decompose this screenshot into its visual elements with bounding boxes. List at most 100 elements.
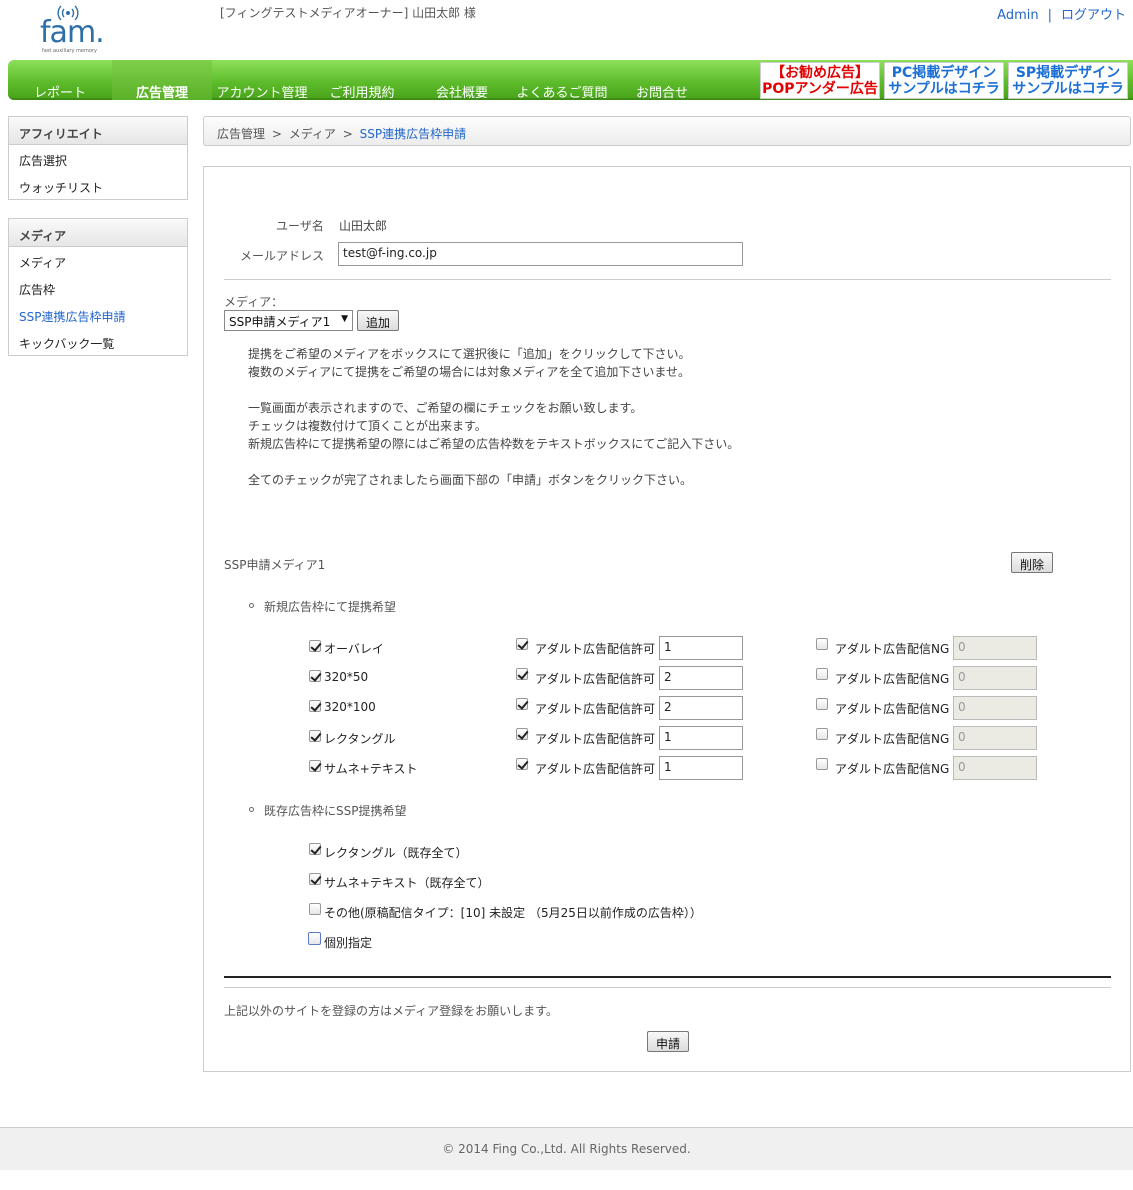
instruction-line <box>248 381 739 399</box>
sidebar-item-kickback[interactable]: キックバック一覧 <box>9 328 187 355</box>
slot-name: サムネ+テキスト <box>324 762 418 776</box>
banner-pop-under[interactable]: 【お勧め広告】 POPアンダー広告 <box>760 62 880 99</box>
main-panel: ユーザ名 山田太郎 メールアドレス test@f-ing.co.jp メディア：… <box>203 166 1131 1072</box>
adult-ng-checkbox[interactable] <box>816 758 828 770</box>
adult-ng-checkbox[interactable] <box>816 728 828 740</box>
media-select-value: SSP申請メディア1 <box>229 315 331 329</box>
adult-ng-count-field[interactable]: 0 <box>953 666 1037 690</box>
slot-checkbox[interactable] <box>309 640 321 652</box>
instruction-line: 提携をご希望のメディアをボックスにて選択後に「追加」をクリックして下さい。 <box>248 347 691 361</box>
banner-line: POPアンダー広告 <box>762 81 878 97</box>
username-value: 山田太郎 <box>339 219 388 233</box>
breadcrumb: 広告管理 > メディア > SSP連携広告枠申請 <box>203 116 1131 146</box>
adult-ng-count-field[interactable]: 0 <box>953 726 1037 750</box>
slot-checkbox[interactable] <box>309 700 321 712</box>
bullet-icon <box>249 807 254 812</box>
existing-option-checkbox[interactable] <box>309 843 321 855</box>
individual-select-checkbox[interactable] <box>308 932 321 945</box>
adult-ok-checkbox[interactable] <box>516 728 528 740</box>
slot-checkbox[interactable] <box>309 760 321 772</box>
breadcrumb-item[interactable]: 広告管理 <box>217 127 265 141</box>
slot-checkbox[interactable] <box>309 730 321 742</box>
adult-ok-label: アダルト広告配信許可 <box>535 702 656 716</box>
adult-ok-count-field[interactable]: 2 <box>659 696 743 720</box>
adult-ng-label: アダルト広告配信NG <box>835 672 950 686</box>
banner-line: PC掲載デザイン <box>891 65 997 81</box>
adult-ok-label: アダルト広告配信許可 <box>535 642 656 656</box>
nav-item-terms[interactable]: ご利用規約 <box>312 60 412 101</box>
sidebar-item-media[interactable]: メディア <box>9 247 187 274</box>
sidebar-item-watchlist[interactable]: ウォッチリスト <box>9 172 187 199</box>
chevron-down-icon: ▼ <box>341 314 348 324</box>
adult-ng-checkbox[interactable] <box>816 638 828 650</box>
slot-name: 320*50 <box>324 670 369 684</box>
adult-ok-checkbox[interactable] <box>516 668 528 680</box>
nav-item-company[interactable]: 会社概要 <box>412 60 512 101</box>
sidebar-media: メディア メディア 広告枠 SSP連携広告枠申請 キックバック一覧 <box>8 218 188 356</box>
banner-sp-design[interactable]: SP掲載デザイン サンプルはコチラ <box>1008 62 1128 99</box>
adult-ok-count-field[interactable]: 1 <box>659 636 743 660</box>
email-label: メールアドレス <box>240 249 325 263</box>
bullet-icon <box>249 603 254 608</box>
email-field[interactable]: test@f-ing.co.jp <box>338 242 743 266</box>
new-slot-heading: 新規広告枠にて提携希望 <box>264 600 397 614</box>
instruction-line: 全てのチェックが完了されましたら画面下部の「申請」ボタンをクリック下さい。 <box>248 473 693 487</box>
nav-item-faq[interactable]: よくあるご質問 <box>512 60 612 101</box>
adult-ok-count-field[interactable]: 2 <box>659 666 743 690</box>
slot-checkbox[interactable] <box>309 670 321 682</box>
adult-ok-count-field[interactable]: 1 <box>659 756 743 780</box>
sidebar-item-ad-select[interactable]: 広告選択 <box>9 145 187 172</box>
media-block-title: SSP申請メディア1 <box>224 558 326 572</box>
adult-ng-count-field[interactable]: 0 <box>953 636 1037 660</box>
nav-item-account[interactable]: アカウント管理 <box>212 60 312 101</box>
existing-option-label: サムネ+テキスト（既存全て） <box>324 876 490 890</box>
fam-logo[interactable]: fam. fast auxiliary memory <box>38 4 108 56</box>
adult-ng-checkbox[interactable] <box>816 668 828 680</box>
slot-name: オーバレイ <box>324 642 384 656</box>
sidebar-heading: アフィリエイト <box>9 117 187 145</box>
adult-ok-checkbox[interactable] <box>516 758 528 770</box>
adult-ng-label: アダルト広告配信NG <box>835 762 950 776</box>
submit-button[interactable]: 申請 <box>647 1031 689 1052</box>
existing-option-checkbox[interactable] <box>309 903 321 915</box>
nav-item-contact[interactable]: お問合せ <box>612 60 712 101</box>
admin-link[interactable]: Admin <box>997 8 1038 23</box>
breadcrumb-item[interactable]: メディア <box>289 127 336 141</box>
banner-line: 【お勧め広告】 <box>771 65 869 81</box>
instruction-line <box>248 453 739 471</box>
nav-item-report[interactable]: レポート <box>8 60 112 101</box>
existing-option-label: 個別指定 <box>324 936 373 950</box>
adult-ng-label: アダルト広告配信NG <box>835 702 950 716</box>
slot-name: 320*100 <box>324 700 376 714</box>
instruction-line: チェックは複数付けて頂くことが出来ます。 <box>248 419 487 433</box>
adult-ok-count-field[interactable]: 1 <box>659 726 743 750</box>
instruction-line: 複数のメディアにて提携をご希望の場合には対象メディアを全て追加下さいませ。 <box>248 365 690 379</box>
media-label: メディア： <box>224 295 284 309</box>
adult-ng-count-field[interactable]: 0 <box>953 756 1037 780</box>
banner-pc-design[interactable]: PC掲載デザイン サンプルはコチラ <box>884 62 1004 99</box>
delete-button[interactable]: 削除 <box>1011 552 1053 573</box>
divider <box>224 976 1111 978</box>
banner-line: サンプルはコチラ <box>1012 81 1124 97</box>
adult-ng-count-field[interactable]: 0 <box>953 696 1037 720</box>
media-select[interactable]: SSP申請メディア1 ▼ <box>224 310 353 331</box>
link-separator: | <box>1047 8 1052 23</box>
existing-option-label: レクタングル（既存全て） <box>324 846 468 860</box>
sidebar-item-ad-slot[interactable]: 広告枠 <box>9 274 187 301</box>
instruction-line: 一覧画面が表示されますので、ご希望の欄にチェックをお願い致します。 <box>248 401 643 415</box>
footer: © 2014 Fing Co.,Ltd. All Rights Reserved… <box>0 1127 1133 1170</box>
current-user-label: [フィングテストメディアオーナー] 山田太郎 様 <box>220 6 476 20</box>
divider <box>224 987 1111 988</box>
nav-item-ad-management[interactable]: 広告管理 <box>112 60 212 101</box>
adult-ok-label: アダルト広告配信許可 <box>535 732 656 746</box>
adult-ok-checkbox[interactable] <box>516 698 528 710</box>
add-button[interactable]: 追加 <box>357 310 399 331</box>
logout-link[interactable]: ログアウト <box>1061 8 1126 23</box>
sidebar-item-ssp-apply[interactable]: SSP連携広告枠申請 <box>9 301 187 328</box>
username-label: ユーザ名 <box>276 219 324 233</box>
existing-slot-heading: 既存広告枠にSSP提携希望 <box>264 804 407 818</box>
adult-ok-checkbox[interactable] <box>516 638 528 650</box>
adult-ng-checkbox[interactable] <box>816 698 828 710</box>
existing-option-checkbox[interactable] <box>309 873 321 885</box>
logo-subtitle: fast auxiliary memory <box>42 48 97 54</box>
